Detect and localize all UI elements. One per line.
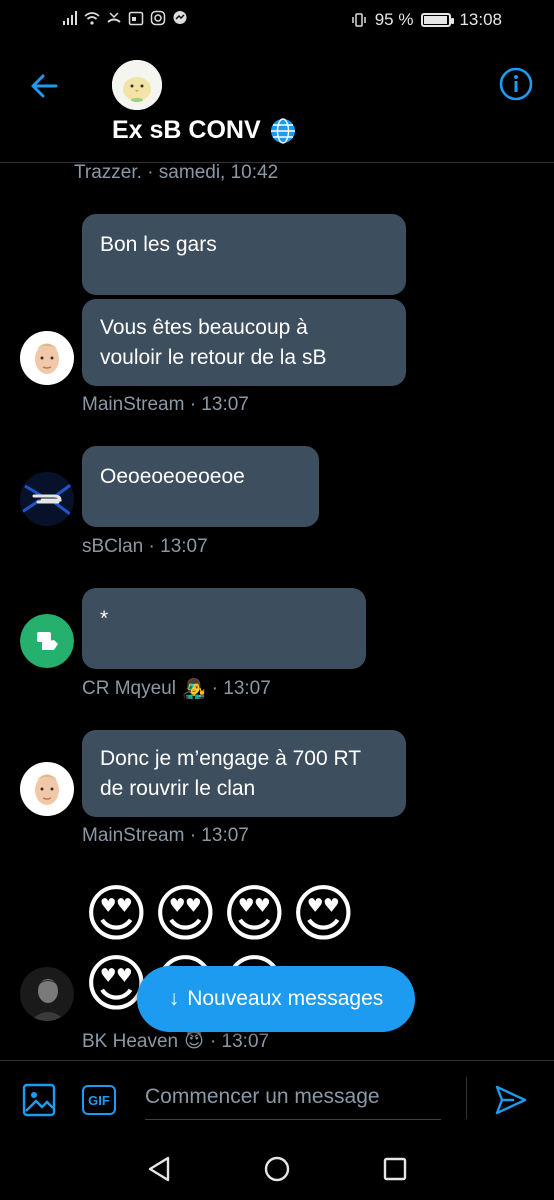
avatar-sbclan[interactable] xyxy=(20,472,74,526)
photo-avatar xyxy=(20,967,74,1021)
group-avatar[interactable] xyxy=(112,60,162,110)
avatar-bkheaven[interactable] xyxy=(20,967,74,1021)
sender-name: CR Mqyeul xyxy=(82,678,176,699)
arrow-left-icon[interactable] xyxy=(26,68,62,104)
message-bubble[interactable]: * xyxy=(82,588,366,669)
message-bubble[interactable]: Donc je m’engage à 700 RT de rouvrir le … xyxy=(82,730,406,817)
send-icon[interactable] xyxy=(494,1083,528,1117)
message-meta: sBClan · 13:07 xyxy=(82,536,208,557)
message-meta: MainStream · 13:07 xyxy=(82,394,249,415)
home-circle-icon[interactable] xyxy=(262,1154,292,1184)
info-icon[interactable] xyxy=(498,66,534,102)
chick-icon xyxy=(112,60,162,110)
gif-label: GIF xyxy=(88,1092,110,1108)
battery-icon xyxy=(421,13,455,27)
message-text: vouloir le retour de la sB xyxy=(100,346,327,369)
heart-eyes-emoji: 😍 xyxy=(84,880,149,949)
sender-name: BK Heaven xyxy=(82,1030,179,1052)
message-text: * xyxy=(100,607,109,630)
globe-icon xyxy=(270,117,295,144)
title-text: Ex sB CONV xyxy=(112,116,261,144)
timestamp-trazzer: Trazzer. · samedi, 10:42 xyxy=(74,162,279,183)
heart-eyes-emoji: 😍 xyxy=(222,880,287,949)
vibrate-icon xyxy=(351,13,366,27)
new-messages-label: Nouveaux messages xyxy=(187,987,384,1010)
smiling-devil-emoji-icon: 😈 xyxy=(184,1031,204,1052)
back-triangle-icon[interactable] xyxy=(144,1154,174,1184)
new-messages-button[interactable]: ↓ Nouveaux messages xyxy=(137,966,415,1032)
message-bubble[interactable]: Oeoeoeoeoeoe xyxy=(82,446,319,527)
heart-eyes-emoji: 😍 xyxy=(153,880,218,949)
avatar-crmqyeul[interactable] xyxy=(20,614,74,668)
instagram-icon xyxy=(150,10,166,26)
singer-emoji-icon: 👨‍🎤 xyxy=(181,679,206,700)
missed-call-icon xyxy=(107,12,121,23)
battery-level xyxy=(424,16,448,24)
message-bubble[interactable]: Vous êtes beaucoup à vouloir le retour d… xyxy=(82,299,406,386)
heart-eyes-emoji: 😍 xyxy=(291,880,356,949)
avatar-mainstream[interactable] xyxy=(20,331,74,385)
green-logo-avatar xyxy=(20,614,74,668)
recents-square-icon[interactable] xyxy=(380,1154,410,1184)
status-icons-right: 95 % 13:08 xyxy=(351,10,502,30)
message-input[interactable] xyxy=(145,1075,441,1120)
conversation-header: Ex sB CONV xyxy=(0,44,554,163)
battery-percent: 95 % xyxy=(374,10,414,29)
message-meta: CR Mqyeul 👨‍🎤 · 13:07 xyxy=(82,677,271,701)
wifi-icon xyxy=(84,12,100,25)
memoji-avatar xyxy=(20,762,74,816)
message-time: · 13:07 xyxy=(211,678,271,699)
message-text: Oeoeoeoeoeoe xyxy=(100,465,245,488)
messenger-icon xyxy=(173,11,187,24)
gif-button[interactable]: GIF xyxy=(82,1085,116,1115)
status-bar: 95 % 13:08 xyxy=(0,0,554,44)
status-icons-left xyxy=(62,10,188,26)
message-text: Donc je m’engage à 700 RT xyxy=(100,747,362,770)
message-bubble[interactable]: Bon les gars xyxy=(82,214,406,295)
clock: 13:08 xyxy=(459,10,502,29)
message-time: · 13:07 xyxy=(209,1030,270,1052)
signal-icon xyxy=(63,11,77,25)
image-icon[interactable] xyxy=(22,1083,56,1117)
message-meta: BK Heaven 😈 · 13:07 xyxy=(82,1030,269,1053)
message-composer: GIF xyxy=(0,1060,554,1141)
arrow-down-icon: ↓ xyxy=(168,987,180,1010)
memoji-avatar xyxy=(20,331,74,385)
message-text: Bon les gars xyxy=(100,233,217,256)
avatar-mainstream[interactable] xyxy=(20,762,74,816)
composer-divider xyxy=(466,1077,467,1119)
message-text: de rouvrir le clan xyxy=(100,777,256,800)
calendar-icon xyxy=(128,11,144,26)
message-meta: MainStream · 13:07 xyxy=(82,825,249,846)
message-text: Vous êtes beaucoup à xyxy=(100,316,308,339)
sbclan-logo-avatar xyxy=(20,472,74,526)
system-navigation-bar xyxy=(0,1140,554,1200)
conversation-title[interactable]: Ex sB CONV xyxy=(112,116,297,145)
